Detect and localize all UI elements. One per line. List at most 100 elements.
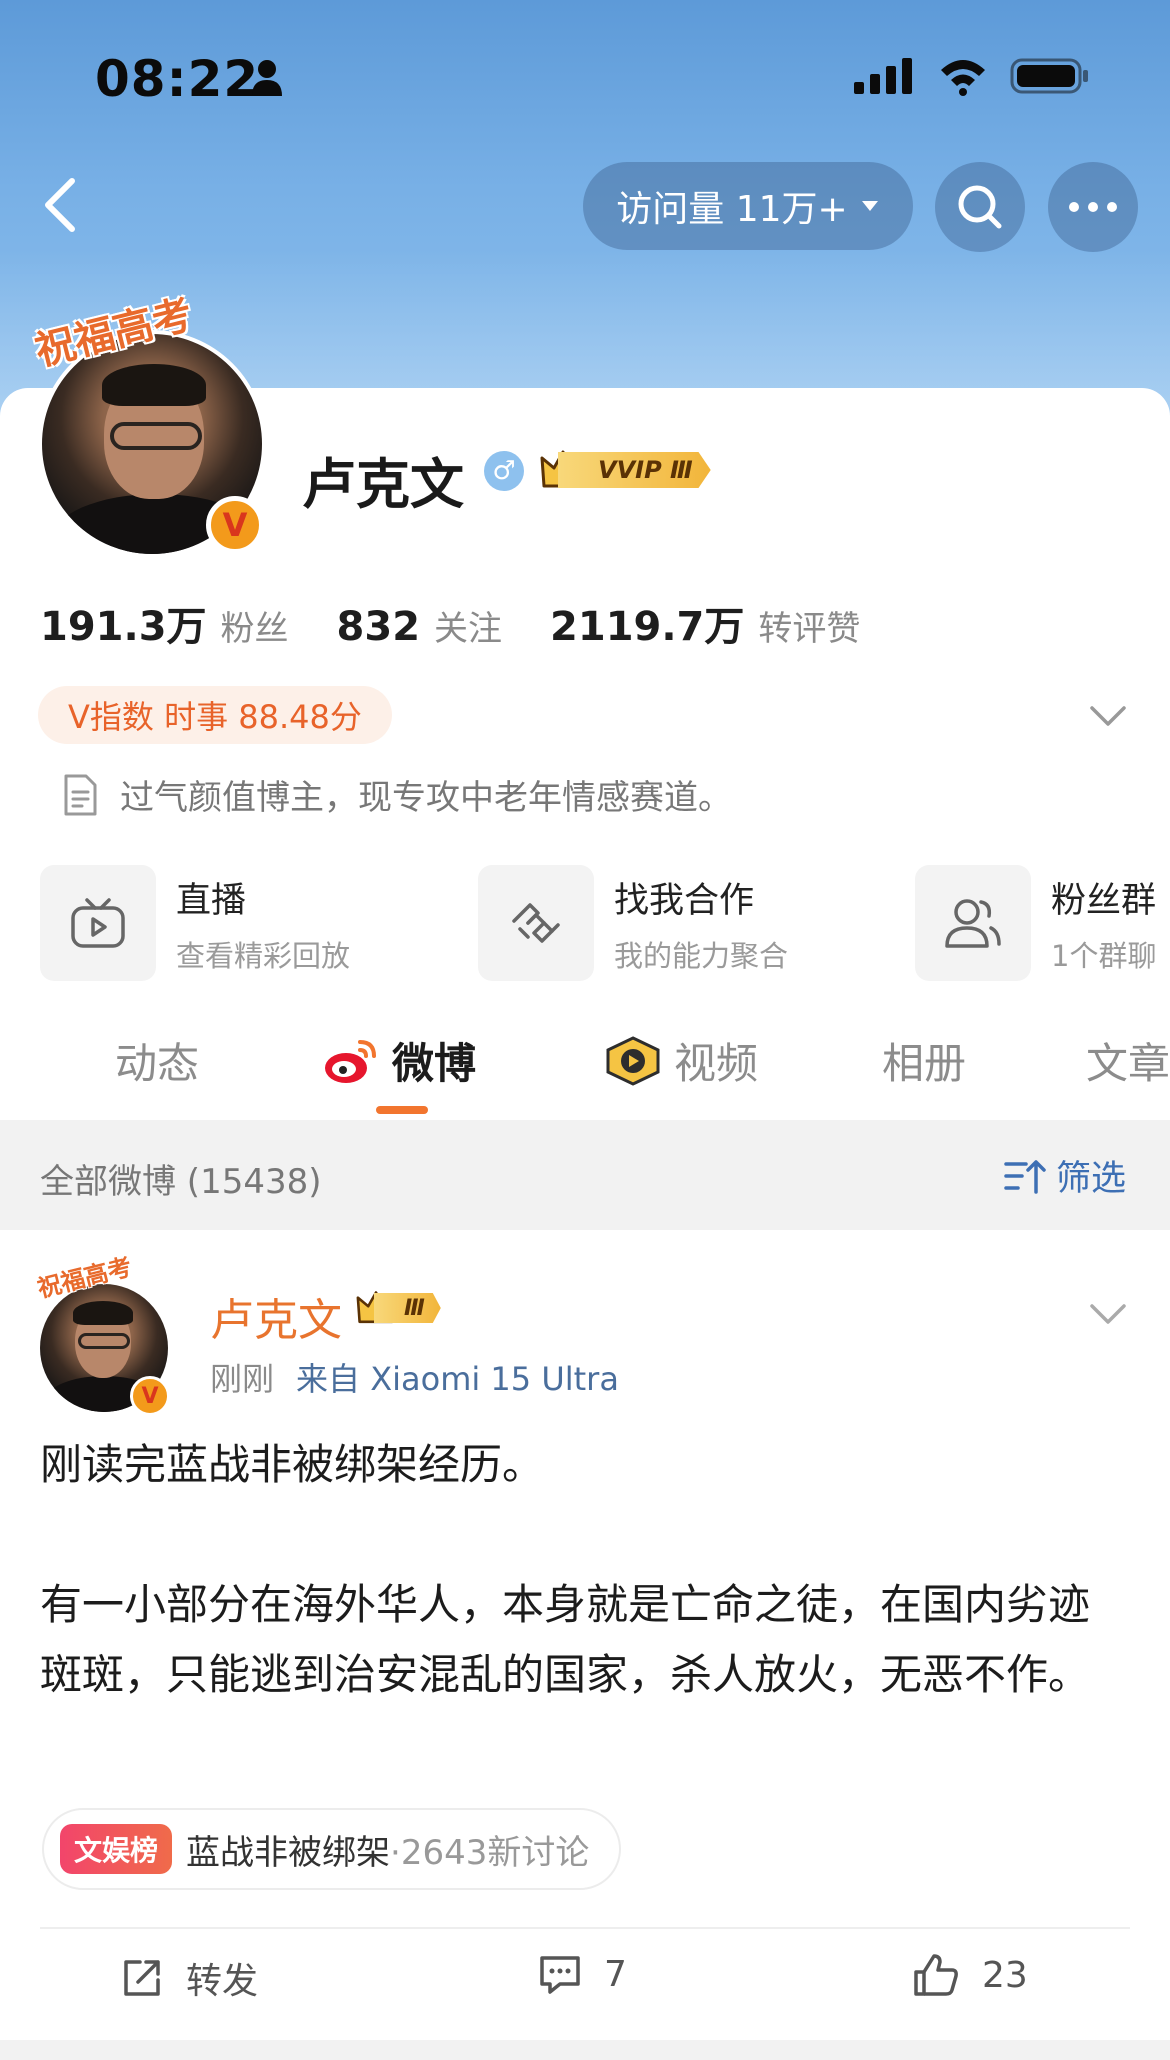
comment-button[interactable]: 7 (538, 1952, 627, 1996)
entry-fan-group-subtitle: 1个群聊 (1051, 938, 1157, 973)
visit-count-button[interactable]: 访问量 11万+ (583, 162, 913, 250)
person-icon (252, 60, 282, 96)
repost-button[interactable]: 转发 (120, 1952, 258, 2004)
post-avatar-glasses-shape (78, 1333, 130, 1349)
post-time: 刚刚 (210, 1360, 275, 1398)
entry-cooperation-title: 找我合作 (614, 880, 755, 921)
entry-fan-group-title: 粉丝群 (1051, 880, 1157, 921)
tab-article[interactable]: 文章 (1086, 1030, 1170, 1091)
topic-chip[interactable]: 文娱榜 蓝战非被绑架 ·2643新讨论 (42, 1808, 622, 1890)
post-body: 刚读完蓝战非被绑架经历。 有一小部分在海外华人，本身就是亡命之徒，在国内劣迹斑斑… (40, 1430, 1130, 1710)
profile-avatar[interactable]: 祝福高考 V (31, 292, 268, 560)
profile-tabs: 动态 微博 视频 相册 文章 (0, 1020, 1170, 1120)
post-avatar[interactable]: 祝福高考 V (35, 1253, 170, 1416)
entry-live[interactable]: 直播 查看精彩回放 (40, 865, 350, 981)
cellular-signal-icon (854, 58, 912, 94)
tab-album[interactable]: 相册 (882, 1030, 966, 1091)
post-paragraph: 刚读完蓝战非被绑架经历。 (40, 1440, 545, 1489)
search-icon (958, 185, 1002, 229)
verified-v-badge: V (206, 496, 264, 554)
male-gender-icon: ♂ (484, 451, 524, 491)
more-button[interactable] (1048, 162, 1138, 252)
weibo-count: 全部微博 (15438) (40, 1162, 322, 1202)
status-indicators (854, 56, 1090, 96)
filter-button[interactable]: 筛选 (1004, 1150, 1126, 1201)
stat-interactions-value: 2119.7万 (550, 604, 745, 650)
stat-interactions[interactable]: 2119.7万 转评赞 (550, 594, 860, 652)
weibo-post: 祝福高考 V 卢克文 Ⅲ 刚刚 来自 Xiaomi 15 Ultra 刚读完蓝战… (0, 1230, 1170, 2060)
active-tab-indicator (376, 1106, 428, 1114)
entry-live-icon-box (40, 865, 156, 981)
tab-album-label: 相册 (882, 1039, 967, 1088)
entry-fan-group-icon-box (915, 865, 1031, 981)
tab-video-label: 视频 (674, 1039, 759, 1088)
entry-fan-group[interactable]: 粉丝群 1个群聊 (915, 865, 1156, 981)
search-button[interactable] (935, 162, 1025, 252)
document-icon (64, 774, 97, 815)
topic-count: ·2643新讨论 (390, 1832, 590, 1873)
post-vip-badge[interactable]: Ⅲ (356, 1288, 441, 1328)
tab-weibo-label: 微博 (392, 1039, 477, 1088)
more-dots-icon (1069, 202, 1117, 212)
topic-title: 蓝战非被绑架 (186, 1832, 391, 1873)
back-button[interactable] (30, 170, 90, 240)
video-badge-icon (606, 1035, 660, 1086)
tab-weibo[interactable]: 微博 (322, 1030, 476, 1091)
weibo-logo-icon (325, 1039, 376, 1083)
entry-live-subtitle: 查看精彩回放 (176, 938, 351, 973)
post-verified-v-badge: V (130, 1376, 170, 1416)
post-meta: 刚刚 来自 Xiaomi 15 Ultra (210, 1354, 619, 1400)
profile-stats: 191.3万 粉丝 832 关注 2119.7万 转评赞 (40, 594, 908, 652)
v-index-pill[interactable]: V指数 时事 88.48分 (38, 686, 392, 744)
stat-fans[interactable]: 191.3万 粉丝 (40, 594, 289, 652)
filter-label: 筛选 (1055, 1159, 1126, 1199)
stat-interactions-label: 转评赞 (758, 609, 861, 649)
stat-following[interactable]: 832 关注 (337, 601, 503, 650)
chevron-down-icon[interactable] (1086, 694, 1130, 738)
thumbs-up-icon (914, 1954, 958, 1996)
post-menu-chevron-icon[interactable] (1086, 1292, 1130, 1336)
profile-name: 卢克文 (302, 453, 464, 516)
stat-following-label: 关注 (434, 609, 503, 649)
tab-dynamic-label: 动态 (115, 1039, 200, 1088)
visit-count-label: 访问量 11万+ (616, 189, 848, 230)
post-paragraph: 有一小部分在海外华人，本身就是亡命之徒，在国内劣迹斑斑，只能逃到治安混乱的国家，… (40, 1580, 1091, 1699)
group-icon (945, 899, 1001, 948)
entry-live-title: 直播 (176, 880, 247, 921)
like-button[interactable]: 23 (912, 1952, 1028, 1998)
tv-icon (71, 898, 125, 948)
entry-cooperation[interactable]: 找我合作 我的能力聚合 (478, 865, 788, 981)
post-avatar-hair-shape (73, 1301, 133, 1325)
vvip-badge[interactable]: VVIP Ⅲ (540, 446, 711, 494)
wifi-icon (941, 60, 985, 96)
battery-icon (1010, 58, 1088, 94)
post-divider (40, 1927, 1130, 1929)
tab-video[interactable]: 视频 (604, 1030, 758, 1091)
comment-count: 7 (604, 1953, 627, 1995)
handshake-icon (512, 903, 560, 943)
tab-dynamic[interactable]: 动态 (115, 1030, 199, 1091)
post-source[interactable]: 来自 Xiaomi 15 Ultra (296, 1354, 619, 1400)
post-author-name[interactable]: 卢克文 (210, 1284, 342, 1348)
caret-down-icon (861, 201, 878, 211)
comment-icon (540, 1956, 580, 1994)
status-bar: 08:22 (0, 0, 1170, 150)
entry-cooperation-subtitle: 我的能力聚合 (614, 938, 789, 973)
topic-tag: 文娱榜 (60, 1824, 173, 1874)
bio-text: 过气颜值博主，现专攻中老年情感赛道。 (120, 778, 732, 818)
post-vip-label: Ⅲ (374, 1293, 441, 1323)
tab-article-label: 文章 (1086, 1039, 1170, 1088)
stat-following-value: 832 (336, 604, 421, 650)
avatar-glasses-shape (110, 422, 202, 450)
avatar-hair-shape (102, 364, 206, 406)
entry-cooperation-icon-box (478, 865, 594, 981)
share-icon (124, 1960, 160, 1996)
filter-bar: 全部微博 (15438) 筛选 (0, 1120, 1170, 1230)
stat-fans-value: 191.3万 (40, 604, 207, 650)
bottom-strip (0, 2040, 1170, 2060)
stat-fans-label: 粉丝 (220, 609, 289, 649)
filter-sort-icon (1004, 1159, 1046, 1194)
repost-label: 转发 (186, 1961, 259, 2002)
vvip-label: VVIP Ⅲ (558, 452, 711, 488)
like-count: 23 (982, 1954, 1028, 1996)
